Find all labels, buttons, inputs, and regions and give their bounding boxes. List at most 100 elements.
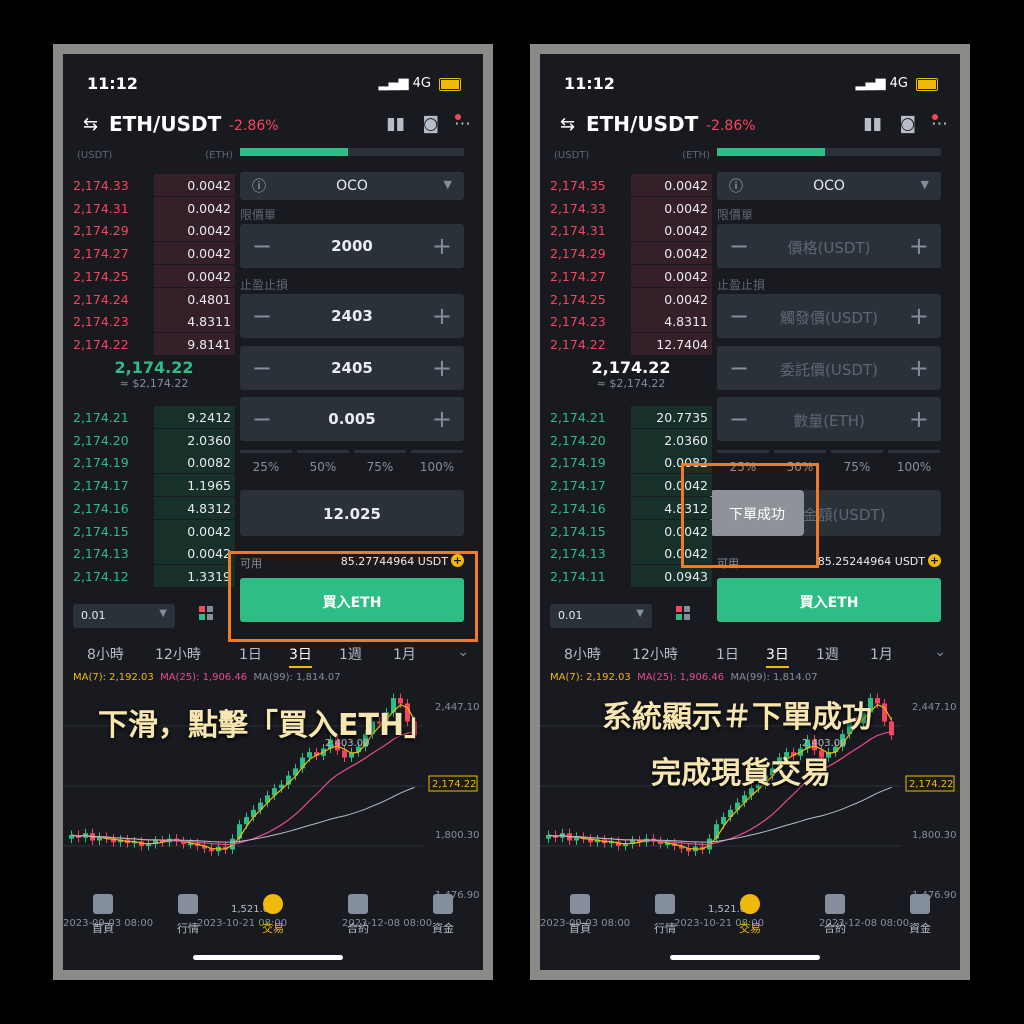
- chevron-down-icon[interactable]: ⌄: [934, 644, 946, 660]
- nav-item[interactable]: 首頁: [550, 894, 610, 936]
- amount-placeholder[interactable]: 數量(ETH): [757, 410, 901, 431]
- tab-timeframe[interactable]: 1週: [816, 644, 839, 664]
- pair-title[interactable]: ETH/USDT: [586, 112, 698, 136]
- plus-icon[interactable]: +: [909, 405, 929, 433]
- ask-row[interactable]: 2,174.23 4.8311: [550, 310, 712, 333]
- bid-row[interactable]: 2,174.13 0.0042: [73, 542, 235, 565]
- ask-row[interactable]: 2,174.31 0.0042: [73, 196, 235, 219]
- ask-row[interactable]: 2,174.27 0.0042: [73, 242, 235, 265]
- minus-icon[interactable]: −: [252, 302, 272, 330]
- nav-item[interactable]: 合約: [805, 894, 865, 936]
- swap-icon[interactable]: ⇆: [560, 114, 575, 135]
- last-price-block[interactable]: 2,174.22 ≈ $2,174.22: [550, 358, 712, 390]
- bid-row[interactable]: 2,174.21 9.2412: [73, 406, 235, 428]
- minus-icon[interactable]: −: [729, 302, 749, 330]
- order-type-select[interactable]: ⓘ OCO ▼: [717, 172, 941, 200]
- ask-row[interactable]: 2,174.23 4.8311: [73, 310, 235, 333]
- tab-timeframe[interactable]: 12小時: [632, 644, 678, 664]
- progress-slider[interactable]: [717, 148, 941, 156]
- tab-timeframe[interactable]: 8小時: [564, 644, 601, 664]
- bid-row[interactable]: 2,174.15 0.0042: [73, 519, 235, 542]
- percent-slider[interactable]: 25% 50% 75% 100%: [240, 450, 464, 476]
- bid-row[interactable]: 2,174.17 1.1965: [73, 474, 235, 497]
- candlestick-icon[interactable]: ▮▮: [386, 114, 405, 134]
- last-price-block[interactable]: 2,174.22 ≈ $2,174.22: [73, 358, 235, 390]
- pct-50[interactable]: 50%: [297, 460, 349, 474]
- ask-row[interactable]: 2,174.29 0.0042: [73, 219, 235, 242]
- pct-25[interactable]: 25%: [240, 460, 292, 474]
- ask-row[interactable]: 2,174.25 0.0042: [550, 287, 712, 310]
- ask-row[interactable]: 2,174.29 0.0042: [550, 242, 712, 265]
- tab-timeframe[interactable]: 1月: [393, 644, 416, 664]
- nav-item[interactable]: 行情: [635, 894, 695, 936]
- progress-slider[interactable]: [240, 148, 464, 156]
- amount-field[interactable]: − 0.005 +: [240, 397, 464, 441]
- nav-item[interactable]: 資金: [413, 894, 473, 936]
- ask-row[interactable]: 2,174.22 9.8141: [73, 332, 235, 355]
- price-placeholder[interactable]: 價格(USDT): [757, 237, 901, 258]
- total-value[interactable]: 12.025: [323, 505, 381, 523]
- bid-row[interactable]: 2,174.20 2.0360: [550, 428, 712, 451]
- limit-price-field[interactable]: − 委託價(USDT) +: [717, 346, 941, 390]
- pct-75[interactable]: 75%: [354, 460, 406, 474]
- minus-icon[interactable]: −: [252, 232, 272, 260]
- ask-row[interactable]: 2,174.24 0.4801: [73, 287, 235, 310]
- orderbook-view-icon[interactable]: [674, 604, 698, 628]
- plus-icon[interactable]: +: [909, 302, 929, 330]
- add-funds-icon[interactable]: +: [928, 554, 941, 567]
- pct-100[interactable]: 100%: [411, 460, 463, 474]
- price-value[interactable]: 2000: [280, 237, 424, 255]
- limit-price-placeholder[interactable]: 委託價(USDT): [757, 359, 901, 380]
- plus-icon[interactable]: +: [432, 354, 452, 382]
- orderbook-view-icon[interactable]: [197, 604, 221, 628]
- nav-item[interactable]: 交易: [720, 894, 780, 936]
- nav-item[interactable]: 合約: [328, 894, 388, 936]
- tab-timeframe[interactable]: 1日: [716, 644, 739, 664]
- bid-row[interactable]: 2,174.19 0.0082: [73, 451, 235, 474]
- nav-item[interactable]: 資金: [890, 894, 950, 936]
- ask-row[interactable]: 2,174.33 0.0042: [73, 174, 235, 196]
- candlestick-icon[interactable]: ▮▮: [863, 114, 882, 134]
- decimal-select[interactable]: 0.01 ▼: [550, 604, 652, 628]
- tab-timeframe[interactable]: 8小時: [87, 644, 124, 664]
- bid-row[interactable]: 2,174.21 20.7735: [550, 406, 712, 428]
- tab-timeframe[interactable]: 1月: [870, 644, 893, 664]
- tab-timeframe[interactable]: 1日: [239, 644, 262, 664]
- order-type-select[interactable]: ⓘ OCO ▼: [240, 172, 464, 200]
- ask-row[interactable]: 2,174.35 0.0042: [550, 174, 712, 196]
- bot-icon[interactable]: ◙: [900, 114, 917, 134]
- bid-row[interactable]: 2,174.20 2.0360: [73, 428, 235, 451]
- minus-icon[interactable]: −: [729, 405, 749, 433]
- chevron-down-icon[interactable]: ⌄: [457, 644, 469, 660]
- minus-icon[interactable]: −: [252, 354, 272, 382]
- plus-icon[interactable]: +: [432, 302, 452, 330]
- swap-icon[interactable]: ⇆: [83, 114, 98, 135]
- total-field[interactable]: 12.025: [240, 490, 464, 536]
- bid-row[interactable]: 2,174.16 4.8312: [73, 496, 235, 519]
- trigger-field[interactable]: − 2403 +: [240, 294, 464, 338]
- trigger-field[interactable]: − 觸發價(USDT) +: [717, 294, 941, 338]
- buy-eth-button[interactable]: 買入ETH: [717, 578, 941, 622]
- tab-timeframe[interactable]: 12小時: [155, 644, 201, 664]
- pair-title[interactable]: ETH/USDT: [109, 112, 221, 136]
- minus-icon[interactable]: −: [729, 354, 749, 382]
- plus-icon[interactable]: +: [909, 354, 929, 382]
- plus-icon[interactable]: +: [909, 232, 929, 260]
- trigger-value[interactable]: 2403: [280, 307, 424, 325]
- tab-timeframe[interactable]: 1週: [339, 644, 362, 664]
- price-field[interactable]: − 價格(USDT) +: [717, 224, 941, 268]
- price-field[interactable]: − 2000 +: [240, 224, 464, 268]
- amount-field[interactable]: − 數量(ETH) +: [717, 397, 941, 441]
- tab-timeframe[interactable]: 3日: [766, 644, 789, 668]
- plus-icon[interactable]: +: [432, 232, 452, 260]
- bid-row[interactable]: 2,174.12 1.3319: [73, 564, 235, 587]
- decimal-select[interactable]: 0.01 ▼: [73, 604, 175, 628]
- pct-100[interactable]: 100%: [888, 460, 940, 474]
- bot-icon[interactable]: ◙: [423, 114, 440, 134]
- limit-price-value[interactable]: 2405: [280, 359, 424, 377]
- limit-price-field[interactable]: − 2405 +: [240, 346, 464, 390]
- minus-icon[interactable]: −: [252, 405, 272, 433]
- ask-row[interactable]: 2,174.27 0.0042: [550, 264, 712, 287]
- bid-row[interactable]: 2,174.11 0.0943: [550, 564, 712, 587]
- ask-row[interactable]: 2,174.31 0.0042: [550, 219, 712, 242]
